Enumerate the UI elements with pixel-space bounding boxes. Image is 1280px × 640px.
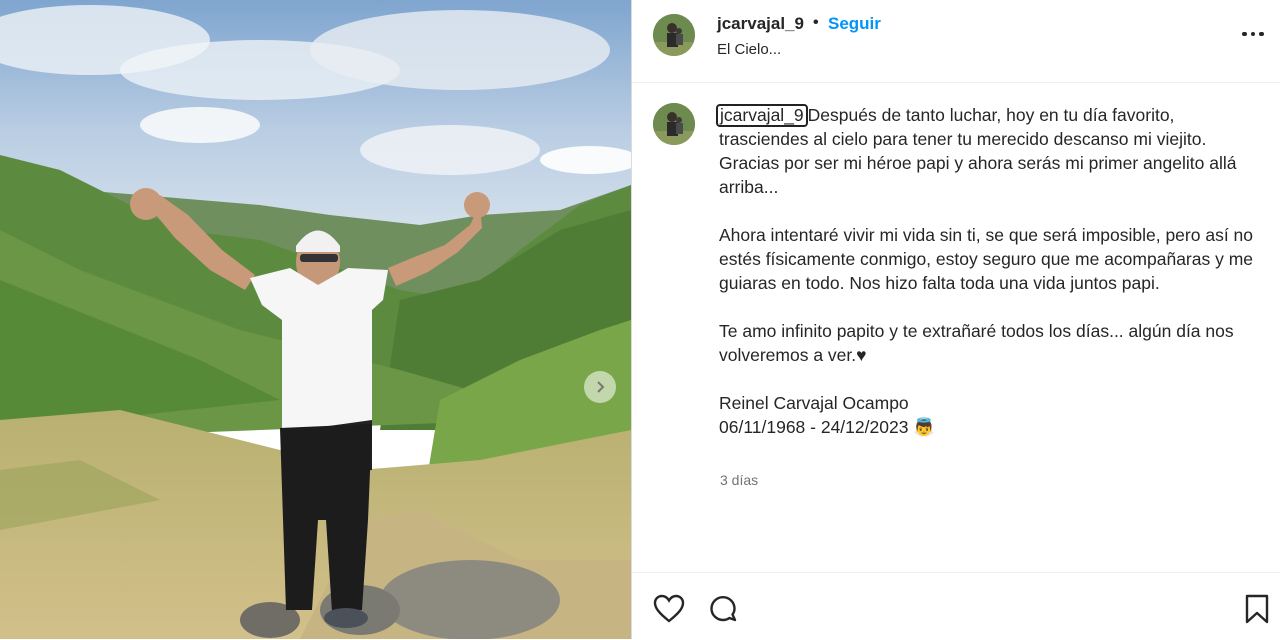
caption-paragraph: Te amo infinito papito y te extrañaré to… bbox=[719, 321, 1234, 365]
chevron-right-icon bbox=[597, 381, 605, 393]
post-time[interactable]: 3 días bbox=[720, 472, 758, 488]
photo-scene bbox=[0, 0, 631, 639]
more-options-icon bbox=[1250, 31, 1255, 37]
save-button[interactable] bbox=[1244, 594, 1270, 629]
post-photo bbox=[0, 0, 631, 639]
post-actions-bar bbox=[632, 572, 1280, 640]
avatar[interactable] bbox=[653, 14, 695, 56]
bookmark-icon bbox=[1245, 594, 1269, 624]
caption-username[interactable]: jcarvajal_9 bbox=[716, 104, 808, 127]
caption-dates: 06/11/1968 - 24/12/2023 bbox=[719, 417, 909, 437]
next-photo-button[interactable] bbox=[584, 371, 616, 403]
follow-button[interactable]: Seguir bbox=[828, 14, 881, 34]
caption-paragraph: Ahora intentaré vivir mi vida sin ti, se… bbox=[719, 225, 1254, 293]
post-caption: jcarvajal_9 Después de tanto luchar, hoy … bbox=[716, 103, 1264, 439]
caption-paragraph: jcarvajal_9 Después de tanto luchar, hoy … bbox=[716, 103, 1264, 199]
avatar-image bbox=[653, 103, 695, 145]
caption-dates-line: 06/11/1968 - 24/12/2023 👼 bbox=[719, 415, 1264, 439]
comment-button[interactable] bbox=[707, 593, 739, 630]
angel-emoji-icon: 👼 bbox=[913, 417, 936, 437]
post-username[interactable]: jcarvajal_9 bbox=[717, 14, 804, 34]
post-location[interactable]: El Cielo... bbox=[717, 41, 781, 58]
caption-name: Reinel Carvajal Ocampo bbox=[719, 393, 909, 413]
comment-icon bbox=[710, 596, 737, 622]
avatar-image bbox=[653, 14, 695, 56]
separator-dot: • bbox=[813, 14, 819, 31]
like-button[interactable] bbox=[653, 594, 685, 629]
post-side-panel: jcarvajal_9 • Seguir El Cielo... jcarvaj… bbox=[632, 0, 1280, 639]
caption-avatar[interactable] bbox=[653, 103, 695, 145]
more-options-button[interactable] bbox=[1242, 24, 1270, 44]
more-options-icon bbox=[1242, 31, 1247, 37]
more-options-icon bbox=[1259, 31, 1264, 37]
heart-icon bbox=[653, 594, 685, 623]
post-header: jcarvajal_9 • Seguir El Cielo... bbox=[632, 0, 1280, 83]
